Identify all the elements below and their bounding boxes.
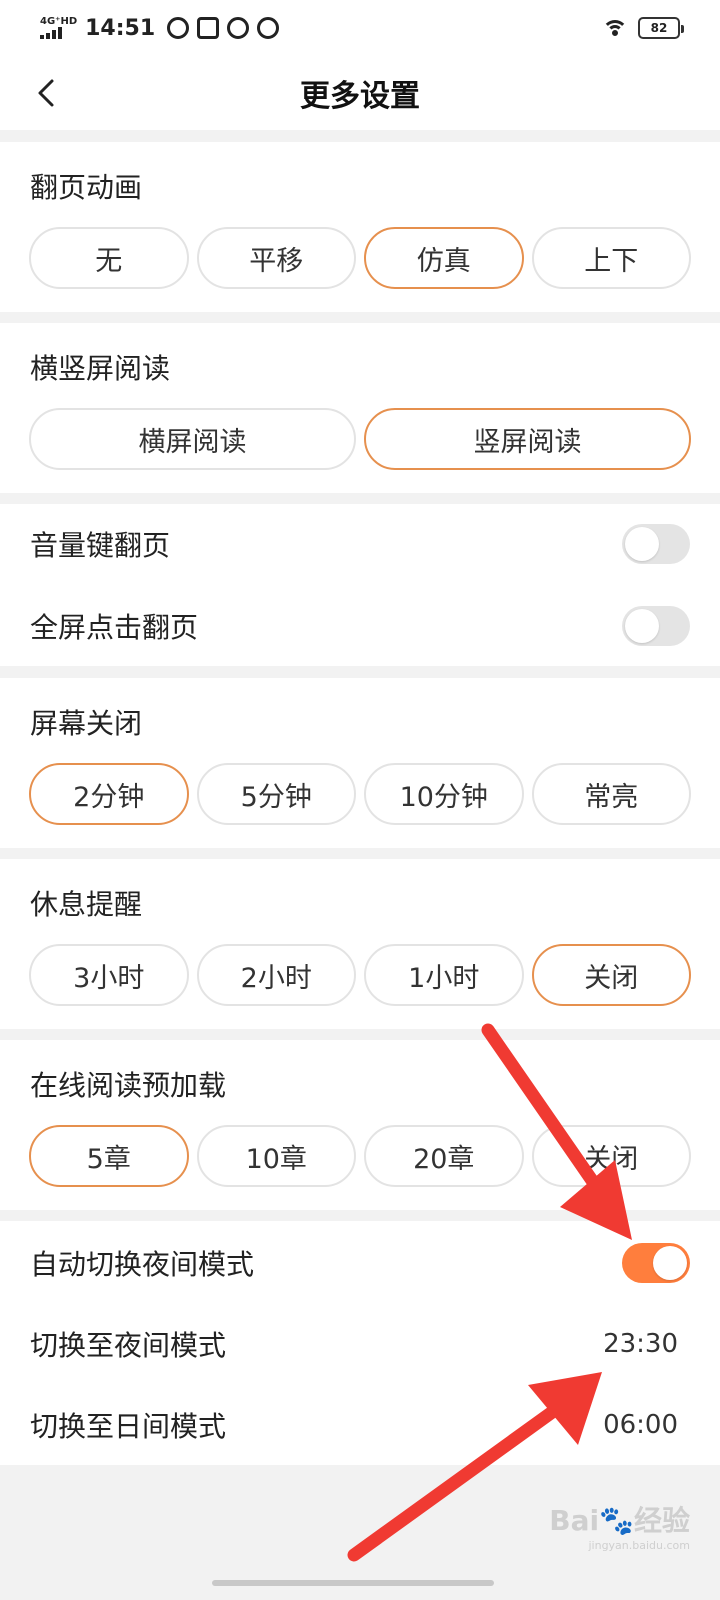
orientation-label: 横竖屏阅读 (30, 352, 171, 385)
paw-icon: 🐾 (599, 1504, 634, 1537)
preload-option-off[interactable]: 关闭 (531, 1125, 691, 1187)
page-turn-label: 翻页动画 (30, 171, 143, 204)
battery-icon: 82 (638, 17, 684, 39)
rest-reminder-option-3h[interactable]: 3小时 (29, 944, 189, 1006)
preload-option-20[interactable]: 20章 (364, 1125, 524, 1187)
orientation-option-portrait[interactable]: 竖屏阅读 (364, 408, 691, 470)
orientation-section: 横竖屏阅读 横屏阅读 竖屏阅读 (0, 323, 720, 493)
weibo-icon (227, 17, 250, 39)
rest-reminder-section: 休息提醒 3小时 2小时 1小时 关闭 (0, 859, 720, 1029)
screen-off-option-2min[interactable]: 2分钟 (29, 763, 189, 825)
fullscreen-tap-row: 全屏点击翻页 (0, 586, 720, 666)
preload-options: 5章 10章 20章 关闭 (29, 1125, 691, 1187)
night-time-value: 23:30 (603, 1329, 678, 1359)
rest-reminder-option-1h[interactable]: 1小时 (364, 944, 524, 1006)
compass-icon (167, 17, 190, 39)
rest-reminder-options: 3小时 2小时 1小时 关闭 (29, 944, 691, 1006)
auto-night-row: 自动切换夜间模式 (0, 1223, 720, 1303)
night-time-row[interactable]: 切换至夜间模式 23:30 (0, 1304, 720, 1384)
battery-level: 82 (650, 21, 668, 35)
orientation-options: 横屏阅读 竖屏阅读 (29, 408, 691, 470)
preload-option-10[interactable]: 10章 (196, 1125, 356, 1187)
page-title: 更多设置 (300, 79, 420, 114)
screen-off-option-10min[interactable]: 10分钟 (364, 763, 524, 825)
weibo-icon (257, 17, 280, 39)
volume-flip-row: 音量键翻页 (0, 504, 720, 584)
page-turn-option-vertical[interactable]: 上下 (531, 227, 691, 289)
day-time-row[interactable]: 切换至日间模式 06:00 (0, 1385, 720, 1465)
home-indicator[interactable] (212, 1580, 494, 1586)
night-time-label: 切换至夜间模式 (30, 1329, 227, 1362)
preload-option-5[interactable]: 5章 (29, 1125, 189, 1187)
auto-night-label: 自动切换夜间模式 (30, 1248, 255, 1281)
status-bar: 4G⁺HD 14:51 82 (0, 0, 720, 56)
chevron-left-icon (38, 79, 54, 107)
screen-off-option-always[interactable]: 常亮 (531, 763, 691, 825)
play-store-icon (197, 17, 220, 39)
orientation-option-landscape[interactable]: 横屏阅读 (29, 408, 356, 470)
rest-reminder-option-off[interactable]: 关闭 (531, 944, 691, 1006)
wifi-icon (602, 18, 628, 38)
fullscreen-tap-label: 全屏点击翻页 (30, 611, 199, 644)
volume-flip-toggle[interactable] (622, 524, 690, 564)
day-time-value: 06:00 (603, 1410, 678, 1440)
page-turn-option-none[interactable]: 无 (29, 227, 189, 289)
watermark-brand: Bai (549, 1504, 600, 1537)
page-turn-section: 翻页动画 无 平移 仿真 上下 (0, 142, 720, 312)
screen-off-options: 2分钟 5分钟 10分钟 常亮 (29, 763, 691, 825)
status-time: 14:51 (85, 15, 156, 41)
page-turn-option-simulate[interactable]: 仿真 (364, 227, 524, 289)
day-time-label: 切换至日间模式 (30, 1410, 227, 1443)
header: 更多设置 (0, 56, 720, 130)
preload-section: 在线阅读预加载 5章 10章 20章 关闭 (0, 1040, 720, 1210)
preload-label: 在线阅读预加载 (30, 1069, 227, 1102)
page-flip-toggles-section: 音量键翻页 全屏点击翻页 (0, 504, 720, 666)
fullscreen-tap-toggle[interactable] (622, 606, 690, 646)
watermark-url: jingyan.baidu.com (588, 1539, 690, 1552)
back-button[interactable] (30, 76, 64, 110)
watermark: Bai🐾经验 jingyan.baidu.com (549, 1499, 690, 1552)
page-turn-options: 无 平移 仿真 上下 (29, 227, 691, 289)
rest-reminder-option-2h[interactable]: 2小时 (196, 944, 356, 1006)
screen-off-section: 屏幕关闭 2分钟 5分钟 10分钟 常亮 (0, 678, 720, 848)
watermark-suffix: 经验 (633, 1504, 690, 1537)
screen-off-label: 屏幕关闭 (30, 707, 143, 740)
night-mode-section: 自动切换夜间模式 切换至夜间模式 23:30 切换至日间模式 06:00 (0, 1221, 720, 1465)
screen-off-option-5min[interactable]: 5分钟 (196, 763, 356, 825)
network-type-label: 4G⁺HD (40, 16, 78, 27)
volume-flip-label: 音量键翻页 (30, 529, 171, 562)
cellular-signal-icon: 4G⁺HD (40, 17, 77, 39)
rest-reminder-label: 休息提醒 (30, 888, 143, 921)
auto-night-toggle[interactable] (622, 1243, 690, 1283)
page-turn-option-slide[interactable]: 平移 (196, 227, 356, 289)
